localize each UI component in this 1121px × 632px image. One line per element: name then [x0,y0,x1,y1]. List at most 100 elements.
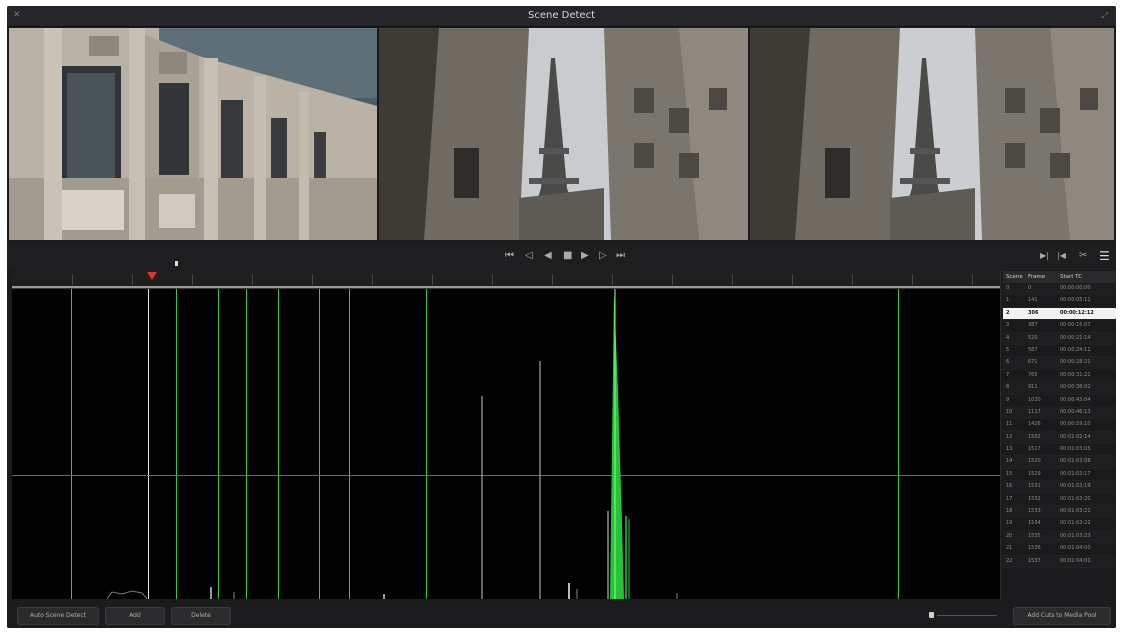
scene-cell-tc: 00:01:04:01 [1060,557,1091,564]
scene-cell-scene: 5 [1006,346,1010,353]
viewer-previous-frame [9,28,377,240]
scene-cell-scene: 18 [1006,508,1013,515]
scene-list-rows: 0 0 00:00:00:00 1 141 00:00:05:11 2 306 00:00:12… [1003,283,1116,568]
scene-cell-scene: 0 [1006,285,1010,291]
scene-cell-frame: 1529 [1028,470,1041,477]
scene-list-row[interactable]: 4 520 00:00:21:14 [1003,332,1116,345]
scene-cell-frame: 587 [1028,346,1038,353]
transport-bar: ⏮ ◁ ◀ ■ ▶ ▷ ⏭ ▶| |◀ ✂ ☰ [7,244,1116,270]
go-to-last-icon[interactable]: ⏭ [616,250,625,262]
play-reverse-icon[interactable]: ◀ [544,250,552,262]
scene-cell-tc: 00:00:15:07 [1060,322,1091,329]
scene-cell-frame: 1534 [1028,520,1041,527]
scene-list-row[interactable]: 11 1426 00:00:59:10 [1003,419,1116,432]
stop-icon[interactable]: ■ [563,250,572,262]
scene-cell-frame: 387 [1028,322,1038,329]
scene-cell-frame: 1502 [1028,433,1041,440]
scene-cell-scene: 11 [1006,421,1013,428]
scene-cell-scene: 19 [1006,520,1013,527]
scene-cell-frame: 1517 [1028,446,1041,453]
scene-list-row[interactable]: 3 387 00:00:15:07 [1003,320,1116,333]
auto-scene-detect-button[interactable]: Auto Scene Detect [17,607,99,625]
scene-cell-frame: 1533 [1028,508,1041,515]
scene-cell-scene: 12 [1006,433,1013,440]
scene-cell-scene: 17 [1006,495,1013,502]
scene-list-row[interactable]: 18 1533 00:01:03:21 [1003,506,1116,519]
scene-cell-frame: 911 [1028,384,1038,391]
scene-cell-frame: 520 [1028,334,1038,341]
zoom-slider-handle[interactable] [929,612,934,618]
scene-cell-tc: 00:00:46:13 [1060,408,1091,415]
scene-list-row[interactable]: 17 1532 00:01:03:20 [1003,494,1116,507]
scene-cell-tc: 00:00:59:10 [1060,421,1091,428]
scene-cell-frame: 1531 [1028,483,1041,490]
scene-list-row[interactable]: 13 1517 00:01:03:05 [1003,444,1116,457]
scene-cell-frame: 1426 [1028,421,1041,428]
next-cut-icon[interactable]: |◀ [1057,250,1066,262]
delete-button[interactable]: Delete [171,607,231,625]
scene-list-row[interactable]: 1 141 00:00:05:11 [1003,295,1116,308]
scene-cell-frame: 306 [1028,309,1039,316]
previous-frame-icon[interactable]: ◁ [525,250,533,262]
scene-list-row[interactable]: 10 1117 00:00:46:13 [1003,406,1116,420]
scene-cell-frame: 765 [1028,371,1038,378]
play-icon[interactable]: ▶ [581,250,589,262]
scene-cell-tc: 00:00:28:21 [1060,359,1091,366]
scene-cell-scene: 8 [1006,384,1010,391]
scene-cell-tc: 00:01:03:19 [1060,483,1091,490]
add-button[interactable]: Add [105,607,165,625]
col-scene-header[interactable]: Scene [1003,271,1028,283]
scene-list-row[interactable]: 16 1531 00:01:03:19 [1003,481,1116,494]
scene-list-row[interactable]: 0 0 00:00:00:00 [1003,283,1116,296]
zoom-slider[interactable] [937,615,997,616]
scene-list-row[interactable]: 9 1030 00:00:43:04 [1003,395,1116,407]
scene-list-row[interactable]: 14 1520 00:01:03:08 [1003,456,1116,469]
scene-cell-frame: 1030 [1028,396,1041,403]
scene-cell-tc: 00:01:03:20 [1060,495,1091,502]
scene-list-row[interactable]: 5 587 00:00:24:11 [1003,345,1116,358]
scene-list-row[interactable]: 2 306 00:00:12:12 [1003,307,1116,321]
scene-cell-tc: 00:01:04:00 [1060,545,1091,552]
go-to-first-icon[interactable]: ⏮ [505,250,514,262]
scene-detect-graph[interactable] [12,271,1001,599]
scene-list-row[interactable]: 21 1536 00:01:04:00 [1003,543,1116,556]
scene-list[interactable]: Scene Frame Start TC 0 0 00:00:00:00 1 141 00:0… [1003,271,1116,599]
scene-cell-scene: 15 [1006,470,1013,477]
scene-list-row[interactable]: 22 1537 00:01:04:01 [1003,555,1116,568]
scene-cell-scene: 13 [1006,446,1013,453]
scene-detect-window: ✕ Scene Detect ⤢ ⏮ ◁ ◀ ■ ▶ ▷ ⏭ ▶| |◀ ✂ ☰… [7,6,1116,628]
scene-cell-tc: 00:00:21:14 [1060,334,1091,341]
scene-cell-frame: 1520 [1028,458,1041,465]
scene-list-row[interactable]: 8 911 00:00:38:02 [1003,382,1116,395]
scene-cell-frame: 141 [1028,297,1038,304]
next-frame-icon[interactable]: ▷ [599,250,607,262]
title-bar: ✕ Scene Detect ⤢ [7,6,1116,27]
scene-cell-scene: 3 [1006,322,1010,329]
scene-cell-scene: 4 [1006,334,1010,341]
col-frame-header[interactable]: Frame [1028,271,1060,283]
scene-cell-tc: 00:00:05:11 [1060,297,1091,304]
bottom-toolbar: Auto Scene Detect Add Delete Add Cuts to… [7,603,1116,628]
scene-list-row[interactable]: 15 1529 00:01:03:17 [1003,469,1116,482]
scene-cell-frame: 1535 [1028,532,1041,539]
scene-cell-tc: 00:00:24:11 [1060,346,1091,353]
scene-list-toggle-icon[interactable]: ☰ [1099,250,1110,262]
scene-cell-scene: 9 [1006,396,1010,403]
scene-list-row[interactable]: 7 765 00:00:31:21 [1003,370,1116,383]
previous-cut-icon[interactable]: ▶| [1040,250,1049,262]
scissors-icon[interactable]: ✂ [1079,250,1087,262]
add-cuts-to-media-pool-button[interactable]: Add Cuts to Media Pool [1013,607,1111,625]
jog-position-marker[interactable] [175,261,178,266]
scene-cell-scene: 21 [1006,545,1013,552]
scene-cell-scene: 6 [1006,359,1010,366]
scene-list-row[interactable]: 12 1502 00:01:02:14 [1003,431,1116,445]
scene-cell-tc: 00:01:03:05 [1060,446,1091,453]
scene-list-row[interactable]: 6 671 00:00:28:21 [1003,357,1116,370]
scene-list-row[interactable]: 19 1534 00:01:03:22 [1003,518,1116,531]
scene-cell-tc: 00:00:00:00 [1060,285,1091,291]
scene-cell-frame: 0 [1028,285,1032,291]
scene-list-row[interactable]: 20 1535 00:01:03:23 [1003,530,1116,544]
scene-cell-tc: 00:00:12:12 [1060,309,1094,316]
col-start-tc-header[interactable]: Start TC [1060,271,1110,283]
window-resize-icon[interactable]: ⤢ [1102,11,1108,20]
